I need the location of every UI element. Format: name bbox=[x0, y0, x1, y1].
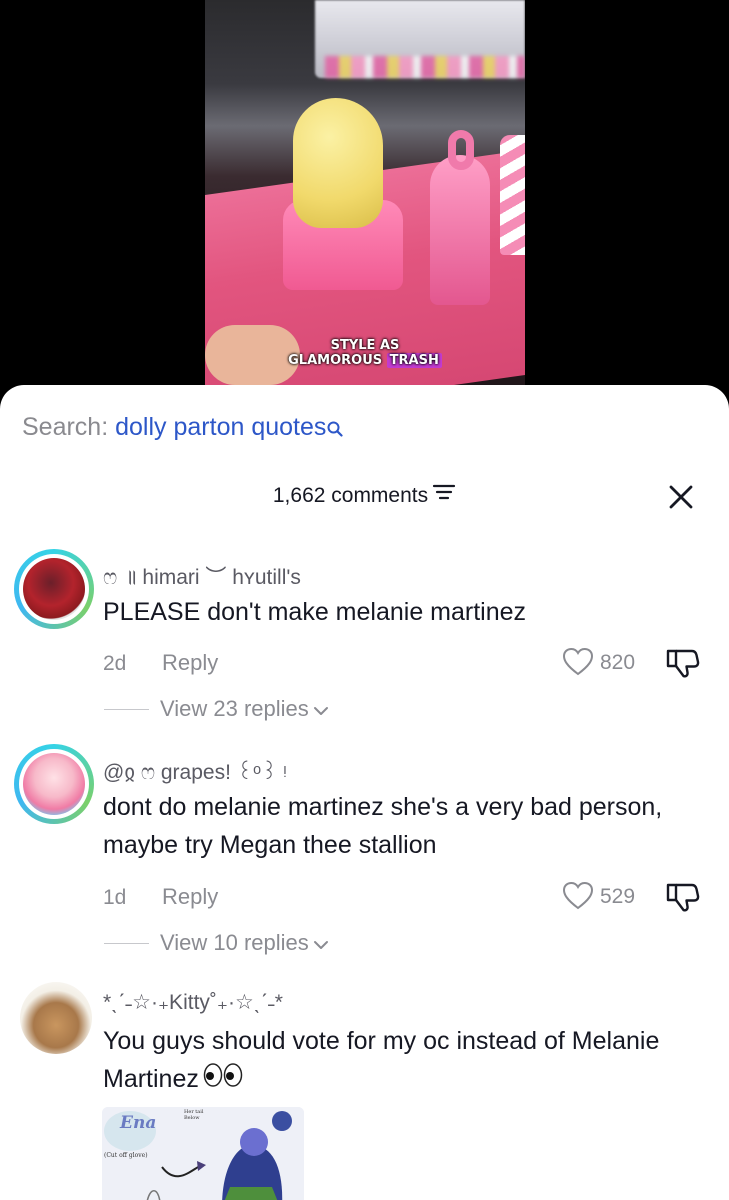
comment-text: dont do melanie martinez she's a very ba… bbox=[103, 793, 663, 859]
avatar-image bbox=[23, 558, 85, 620]
caption-word-glamorous: GLAMOROUS bbox=[288, 353, 383, 368]
comment-time: 1d bbox=[103, 886, 127, 909]
comment-text-body: You guys should vote for my oc instead o… bbox=[103, 1027, 660, 1093]
comments-header: 1,662 comments bbox=[0, 484, 729, 508]
like-count: 529 bbox=[600, 885, 636, 908]
comment-time: 2d bbox=[103, 652, 127, 675]
view-replies-label: View 10 replies bbox=[160, 930, 309, 955]
search-prefix: Search: bbox=[22, 413, 109, 441]
chevron-down-icon bbox=[313, 930, 329, 956]
comments-sheet: Search: dolly parton quotes 1,662 commen… bbox=[0, 385, 729, 1200]
video-dress-form-top bbox=[448, 130, 474, 170]
replies-divider bbox=[104, 709, 149, 710]
avatar[interactable] bbox=[14, 549, 94, 629]
video-caption: STYLE AS GLAMOROUS TRASH bbox=[205, 338, 525, 368]
dislike-icon[interactable] bbox=[665, 881, 701, 913]
chevron-down-icon bbox=[313, 696, 329, 722]
filter-icon[interactable] bbox=[432, 483, 456, 507]
video-dress-form bbox=[430, 155, 490, 305]
search-query[interactable]: dolly parton quotes bbox=[115, 413, 326, 441]
comments-count: 1,662 comments bbox=[272, 484, 429, 507]
search-icon[interactable] bbox=[327, 415, 343, 444]
eyes-icon bbox=[203, 1061, 243, 1099]
replies-divider bbox=[104, 943, 149, 944]
dislike-icon[interactable] bbox=[665, 647, 701, 679]
view-replies-label: View 23 replies bbox=[160, 696, 309, 721]
view-replies-button[interactable]: View 10 replies bbox=[160, 930, 329, 956]
video-player[interactable]: STYLE AS GLAMOROUS TRASH bbox=[205, 0, 525, 420]
heart-icon[interactable] bbox=[562, 881, 594, 910]
caption-line-1: STYLE AS bbox=[330, 338, 400, 353]
comment-text: PLEASE don't make melanie martinez bbox=[103, 598, 527, 626]
video-striped-cone bbox=[500, 135, 525, 255]
view-replies-button[interactable]: View 23 replies bbox=[160, 696, 329, 722]
avatar-image bbox=[20, 982, 92, 1054]
like-count: 820 bbox=[600, 651, 636, 674]
close-icon[interactable] bbox=[667, 483, 695, 511]
comment-username[interactable]: @ჲ ෆ grapes! ꒰ᵒ꒱ ᵎ bbox=[103, 757, 287, 785]
comment-username[interactable]: ෆ ॥ himari ︶ hʏutill's bbox=[103, 561, 301, 591]
comment-username[interactable]: *ˎˊ˗☆·₊Kitty˚₊·☆ˎˊ˗* bbox=[103, 990, 283, 1015]
video-doll-hair bbox=[293, 98, 383, 228]
avatar[interactable] bbox=[20, 982, 92, 1054]
comment-text: You guys should vote for my oc instead o… bbox=[103, 1022, 703, 1099]
reply-button[interactable]: Reply bbox=[162, 884, 218, 910]
avatar[interactable] bbox=[14, 744, 94, 824]
heart-icon[interactable] bbox=[562, 647, 594, 676]
attachment-title: Ena bbox=[120, 1113, 157, 1133]
attachment-note-tail: Her tail Below bbox=[184, 1109, 204, 1121]
caption-line-2: GLAMOROUS TRASH bbox=[205, 353, 525, 368]
reply-button[interactable]: Reply bbox=[162, 650, 218, 676]
video-shelf-items bbox=[325, 56, 525, 78]
comment-image-attachment[interactable]: Ena Her tail Below (Cut off glove) bbox=[102, 1107, 304, 1200]
avatar-image bbox=[23, 753, 85, 815]
caption-word-trash: TRASH bbox=[386, 353, 442, 368]
attachment-note-glove: (Cut off glove) bbox=[104, 1152, 148, 1159]
search-suggestion[interactable]: Search: dolly parton quotes bbox=[22, 413, 343, 444]
